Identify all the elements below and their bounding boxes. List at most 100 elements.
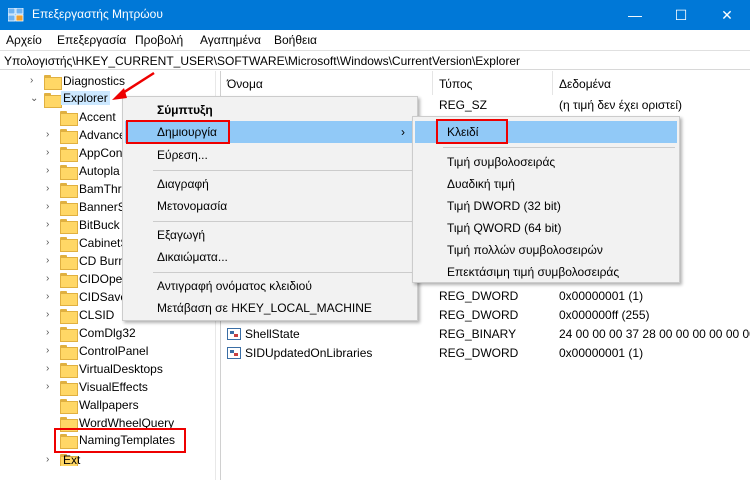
menu-edit[interactable]: Επεξεργασία [57,33,126,47]
menu-item-dword-value[interactable]: Τιμή DWORD (32 bit) [415,195,677,217]
tree-item-label: Advance [79,128,126,142]
tree-item-label: CD Burn [79,254,126,268]
tree-item-label: ComDlg32 [79,326,136,340]
folder-icon [60,110,78,126]
chevron-right-icon[interactable]: › [46,165,56,177]
tree-item-virtualdesktops[interactable]: › VirtualDesktops [46,361,215,378]
annotation-box-namingtemplates [54,428,186,453]
annotation-box-new [126,120,230,144]
chevron-right-icon[interactable]: › [46,327,56,339]
column-header-data[interactable]: Δεδομένα [553,71,750,95]
chevron-right-icon[interactable]: › [46,309,56,321]
tree-item-visualeffects[interactable]: › VisualEffects [46,379,215,396]
menu-item-string-value[interactable]: Τιμή συμβολοσειράς [415,151,677,173]
folder-icon [60,362,78,378]
folder-icon [44,74,62,90]
tree-item-label: BitBuck [79,218,120,232]
value-row-shellstate[interactable]: ShellState REG_BINARY 24 00 00 00 37 28 … [221,325,750,344]
menu-item-delete[interactable]: Διαγραφή [125,173,415,195]
folder-icon [60,146,78,162]
tree-item-ext[interactable]: › Ext [46,452,215,466]
tree-item-wallpapers[interactable]: Wallpapers [46,397,215,414]
folder-icon [44,92,62,108]
value-data: 24 00 00 00 37 28 00 00 00 00 00 00 00 [559,327,750,341]
tree-item-label: Wallpapers [79,398,139,412]
value-name: SIDUpdatedOnLibraries [245,346,373,360]
close-button[interactable]: ✕ [704,0,750,30]
menu-item-copy-key-name[interactable]: Αντιγραφή ονόματος κλειδιού [125,275,415,297]
menu-favorites[interactable]: Αγαπημένα [200,33,261,47]
menu-item-export[interactable]: Εξαγωγή [125,224,415,246]
column-header-name[interactable]: Όνομα [221,71,433,95]
value-type: REG_DWORD [439,289,519,303]
tree-item-label: CLSID [79,308,115,322]
dword-value-icon [227,347,241,359]
chevron-right-icon[interactable]: › [46,219,56,231]
address-path[interactable]: Υπολογιστής\HKEY_CURRENT_USER\SOFTWARE\M… [4,54,520,68]
tree-item-controlpanel[interactable]: › ControlPanel [46,343,215,360]
folder-icon [60,344,78,360]
tree-item-comdlg32[interactable]: › ComDlg32 [46,325,215,342]
chevron-right-icon[interactable]: › [46,183,56,195]
chevron-right-icon[interactable]: › [46,201,56,213]
menu-separator [153,170,415,171]
column-header-type[interactable]: Τύπος [433,71,553,95]
folder-icon [60,128,78,144]
folder-icon [60,308,78,324]
menu-item-multi-string-value[interactable]: Τιμή πολλών συμβολοσειρών [415,239,677,261]
menu-item-qword-value[interactable]: Τιμή QWORD (64 bit) [415,217,677,239]
chevron-right-icon[interactable]: › [46,345,56,357]
chevron-down-icon[interactable]: ⌄ [30,93,40,105]
folder-icon [60,326,78,342]
tree-item-label: VisualEffects [79,380,148,394]
tree-item-label: Accent [79,110,116,124]
value-data: (η τιμή δεν έχει οριστεί) [559,98,683,112]
folder-icon [60,398,78,414]
folder-icon [60,236,78,252]
value-data: 0x00000001 (1) [559,346,644,360]
chevron-right-icon[interactable]: › [46,129,56,141]
chevron-right-icon[interactable] [46,399,56,411]
menu-view[interactable]: Προβολή [135,33,183,47]
value-type: REG_BINARY [439,327,517,341]
menu-item-find[interactable]: Εύρεση... [125,144,415,166]
chevron-right-icon[interactable]: › [46,363,56,375]
value-row-sidupdatedonlibraries[interactable]: SIDUpdatedOnLibraries REG_DWORD 0x000000… [221,344,750,363]
folder-icon [60,380,78,396]
chevron-right-icon[interactable]: › [46,237,56,249]
menu-item-expandable-string-value[interactable]: Επεκτάσιμη τιμή συμβολοσειράς [415,261,677,283]
tree-item-label: Explorer [61,91,110,105]
folder-icon [60,290,78,306]
value-type: REG_DWORD [439,308,519,322]
menu-item-goto-hklm[interactable]: Μετάβαση σε HKEY_LOCAL_MACHINE [125,297,415,319]
chevron-right-icon[interactable]: › [46,381,56,393]
chevron-right-icon[interactable]: › [46,291,56,303]
chevron-right-icon[interactable]: › [30,75,40,87]
tree-item-label: Ext [63,453,81,466]
menu-help[interactable]: Βοήθεια [274,33,317,47]
menu-item-permissions[interactable]: Δικαιώματα... [125,246,415,268]
chevron-right-icon[interactable]: › [46,454,56,466]
folder-icon [60,200,78,216]
value-data: 0x000000ff (255) [559,308,650,322]
chevron-right-icon[interactable]: › [46,255,56,267]
chevron-right-icon[interactable]: › [46,273,56,285]
menu-item-binary-value[interactable]: Δυαδική τιμή [415,173,677,195]
menu-item-collapse[interactable]: Σύμπτυξη [125,99,415,121]
folder-icon [60,218,78,234]
menu-item-rename[interactable]: Μετονομασία [125,195,415,217]
maximize-button[interactable]: ☐ [658,0,704,30]
tree-item-label: BamThr [79,182,122,196]
minimize-button[interactable]: — [612,0,658,30]
tree-item-label: Autopla [79,164,120,178]
chevron-right-icon[interactable]: › [46,147,56,159]
address-bar[interactable]: Υπολογιστής\HKEY_CURRENT_USER\SOFTWARE\M… [0,50,750,70]
tree-item-label: CabinetS [79,236,129,250]
tree-item-label: CIDSave [79,290,128,304]
folder-icon [60,254,78,270]
value-type: REG_SZ [439,98,488,112]
folder-icon [60,164,78,180]
chevron-right-icon[interactable] [46,111,56,123]
menu-file[interactable]: Αρχείο [6,33,42,47]
menu-bar: Αρχείο Επεξεργασία Προβολή Αγαπημένα Βοή… [0,30,750,50]
